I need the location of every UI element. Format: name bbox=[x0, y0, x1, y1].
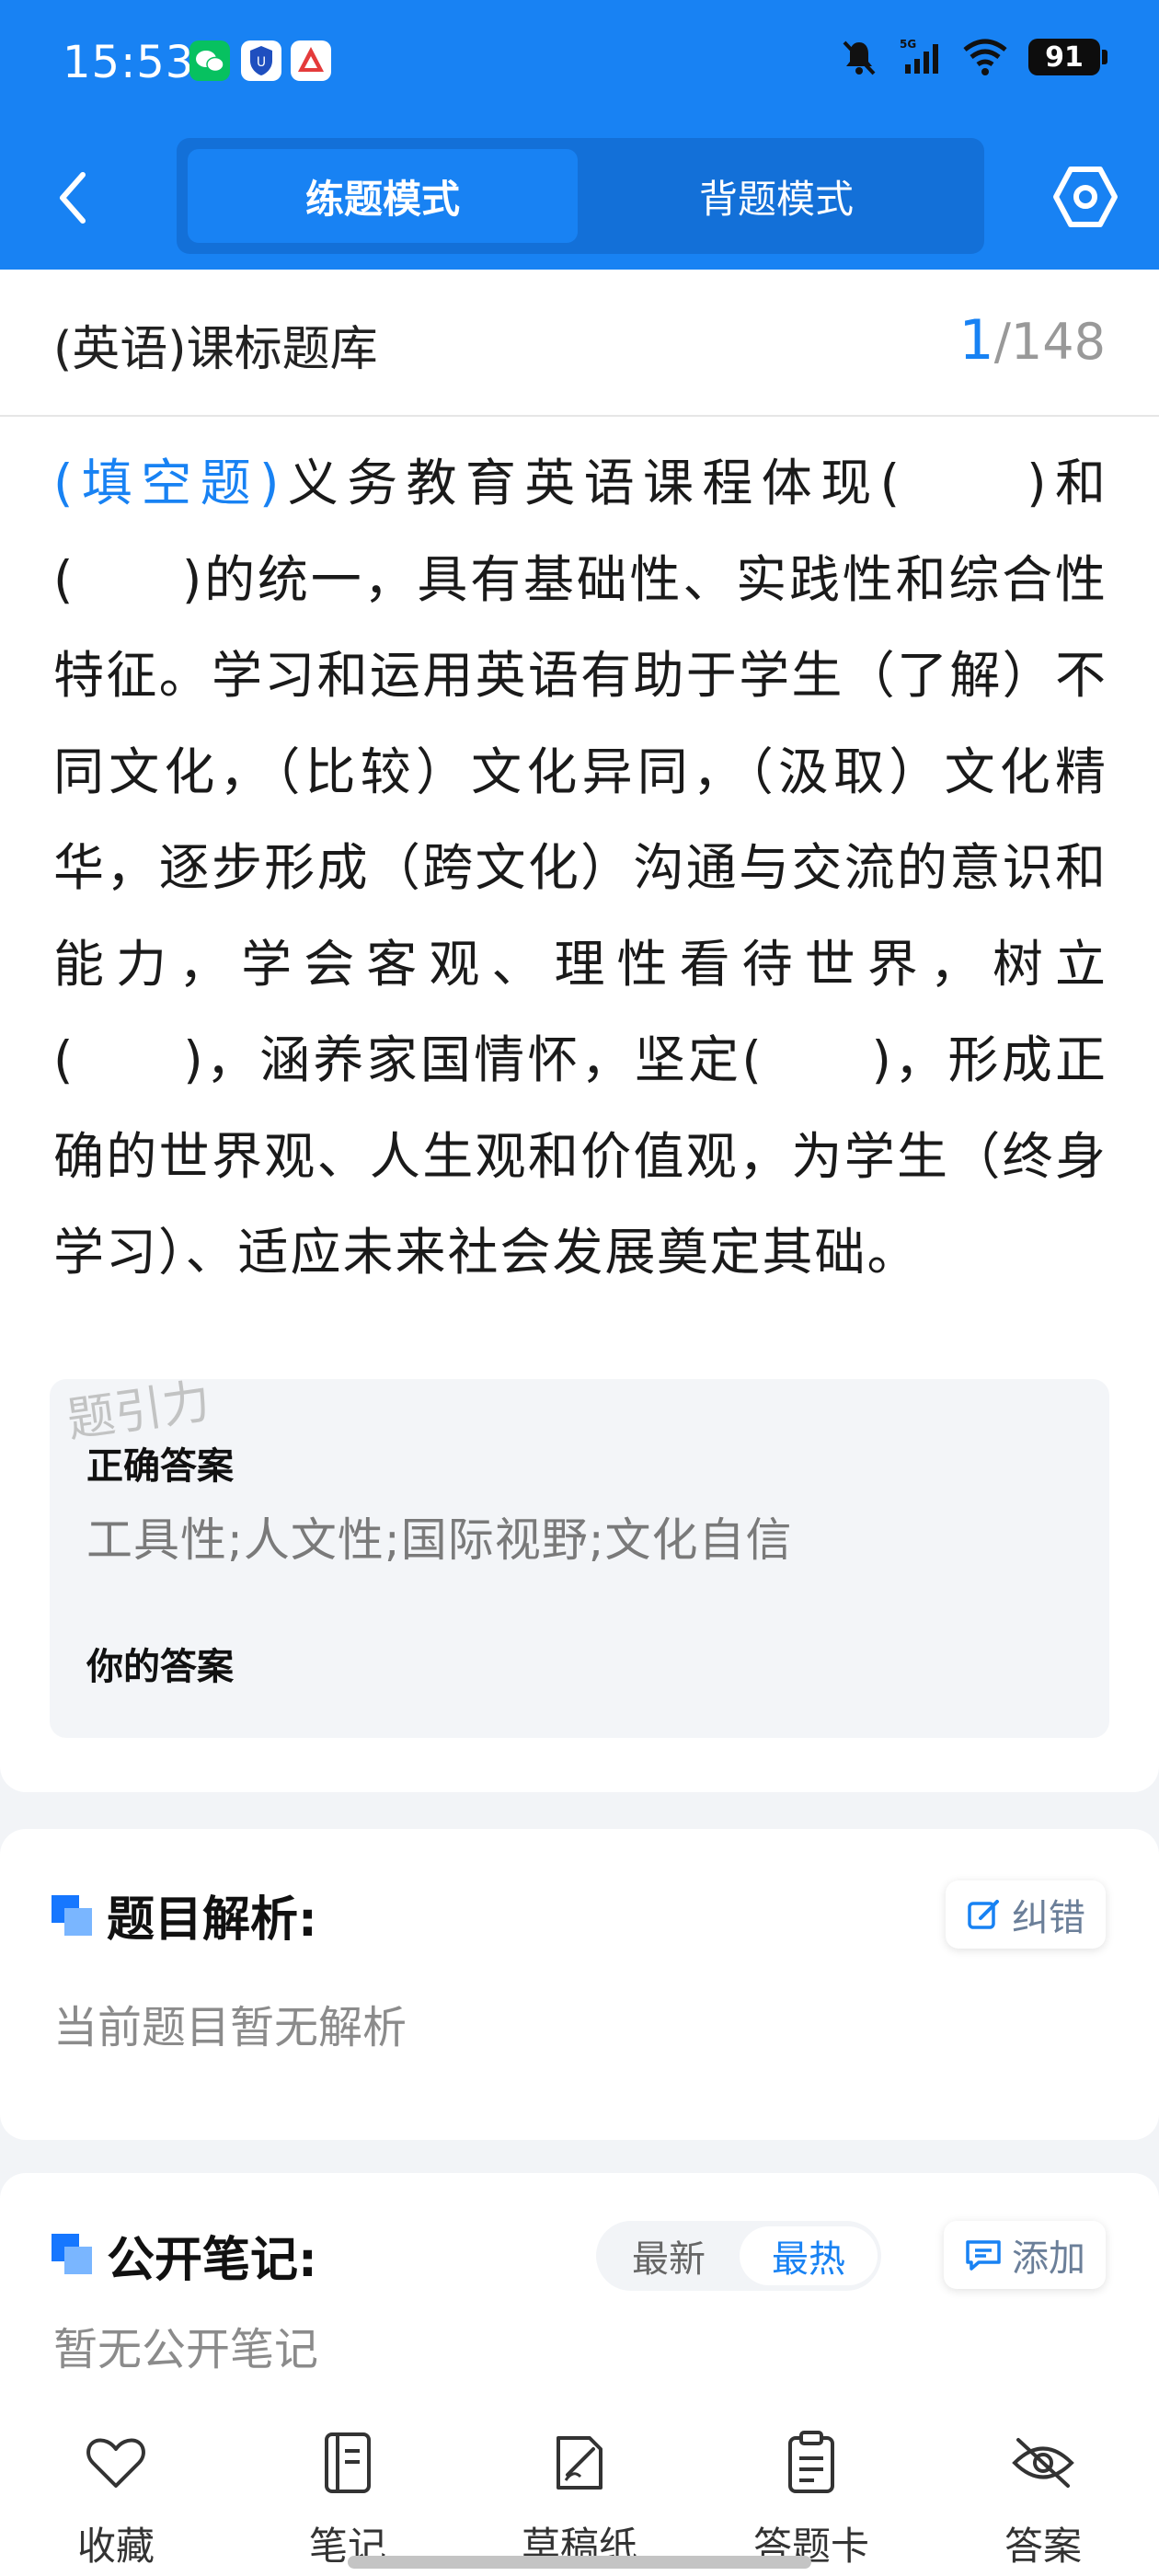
question-bank-title: (英语)课标题库 bbox=[53, 322, 378, 377]
answer-label: 答案 bbox=[1004, 2524, 1082, 2569]
question-type-label: (填空题) bbox=[53, 454, 281, 512]
answer-tab[interactable]: 答案 bbox=[951, 2429, 1135, 2571]
svg-text:5G: 5G bbox=[900, 38, 916, 51]
mute-bell-icon bbox=[843, 40, 876, 75]
question-body: 义务教育英语课程体现( )和( )的统一，具有基础性、实践性和综合性特征。学习和… bbox=[53, 454, 1107, 1282]
add-note-label: 添加 bbox=[1012, 2237, 1085, 2280]
analysis-card: 题目解析: 纠错 当前题目暂无解析 bbox=[0, 1829, 1159, 2140]
favorite-tab[interactable]: 收藏 bbox=[24, 2429, 208, 2571]
red-app-icon bbox=[291, 40, 331, 81]
battery-indicator: 91 bbox=[1028, 39, 1107, 75]
nav-bar: 练题模式 背题模式 bbox=[0, 138, 1159, 258]
mode-switch: 练题模式 背题模式 bbox=[177, 138, 984, 254]
notes-title: 公开笔记: bbox=[107, 2233, 317, 2288]
svg-text:U: U bbox=[257, 55, 266, 70]
answer-sheet-tab[interactable]: 答题卡 bbox=[719, 2429, 903, 2571]
your-answer-label: 你的答案 bbox=[86, 1646, 234, 1688]
comment-icon bbox=[966, 2240, 1001, 2271]
correct-answer-label: 正确答案 bbox=[86, 1445, 234, 1488]
question-text: (填空题)义务教育英语课程体现( )和( )的统一，具有基础性、实践性和综合性特… bbox=[53, 435, 1107, 1301]
bottom-toolbar: 收藏 笔记 草稿纸 答题卡 答案 bbox=[0, 2390, 1159, 2576]
draft-pen-icon bbox=[557, 2436, 602, 2490]
section-square-icon bbox=[52, 2234, 94, 2276]
current-question-number: 1 bbox=[958, 308, 994, 373]
report-error-button[interactable]: 纠错 bbox=[946, 1880, 1106, 1949]
add-note-button[interactable]: 添加 bbox=[944, 2221, 1106, 2289]
edit-icon bbox=[968, 1900, 999, 1929]
settings-hexagon-icon[interactable] bbox=[1050, 162, 1120, 232]
analysis-title: 题目解析: bbox=[107, 1892, 317, 1948]
clipboard-icon bbox=[788, 2431, 834, 2493]
notes-sort-toggle: 最新 最热 bbox=[596, 2221, 881, 2291]
correct-answer-value: 工具性;人文性;国际视野;文化自信 bbox=[86, 1513, 793, 1567]
sort-newest-button[interactable]: 最新 bbox=[600, 2226, 738, 2285]
signal-icon: 5G bbox=[900, 38, 938, 74]
heart-icon bbox=[86, 2438, 145, 2488]
home-indicator bbox=[348, 2556, 811, 2569]
wifi-icon bbox=[963, 39, 1007, 75]
notes-empty-text: 暂无公开笔记 bbox=[53, 2324, 319, 2375]
favorite-label: 收藏 bbox=[76, 2524, 155, 2569]
section-square-icon bbox=[52, 1895, 94, 1938]
app-header: 15:53 U 5G 91 练题模式 背题模式 bbox=[0, 0, 1159, 270]
notebook-icon bbox=[325, 2432, 371, 2493]
analysis-empty-text: 当前题目暂无解析 bbox=[53, 2002, 407, 2053]
eye-off-icon bbox=[1012, 2438, 1074, 2488]
divider bbox=[0, 415, 1159, 417]
back-arrow-icon[interactable] bbox=[52, 166, 98, 230]
status-bar: 15:53 U 5G 91 bbox=[0, 0, 1159, 124]
shield-app-icon: U bbox=[241, 40, 281, 81]
tab-memorize-mode[interactable]: 背题模式 bbox=[581, 149, 971, 243]
scratch-paper-tab[interactable]: 草稿纸 bbox=[488, 2429, 671, 2571]
tab-practice-mode[interactable]: 练题模式 bbox=[188, 149, 578, 243]
answer-panel: 题引力 正确答案 工具性;人文性;国际视野;文化自信 你的答案 bbox=[50, 1374, 1109, 1738]
question-counter: 1/148 bbox=[959, 308, 1106, 373]
status-time: 15:53 bbox=[63, 37, 195, 88]
notes-tab[interactable]: 笔记 bbox=[256, 2429, 440, 2571]
question-card: (英语)课标题库 1/148 (填空题)义务教育英语课程体现( )和( )的统一… bbox=[0, 270, 1159, 1792]
total-questions: /148 bbox=[993, 313, 1106, 371]
wechat-icon bbox=[189, 40, 230, 81]
report-error-label: 纠错 bbox=[1012, 1897, 1085, 1939]
sort-hottest-button[interactable]: 最热 bbox=[740, 2226, 878, 2285]
